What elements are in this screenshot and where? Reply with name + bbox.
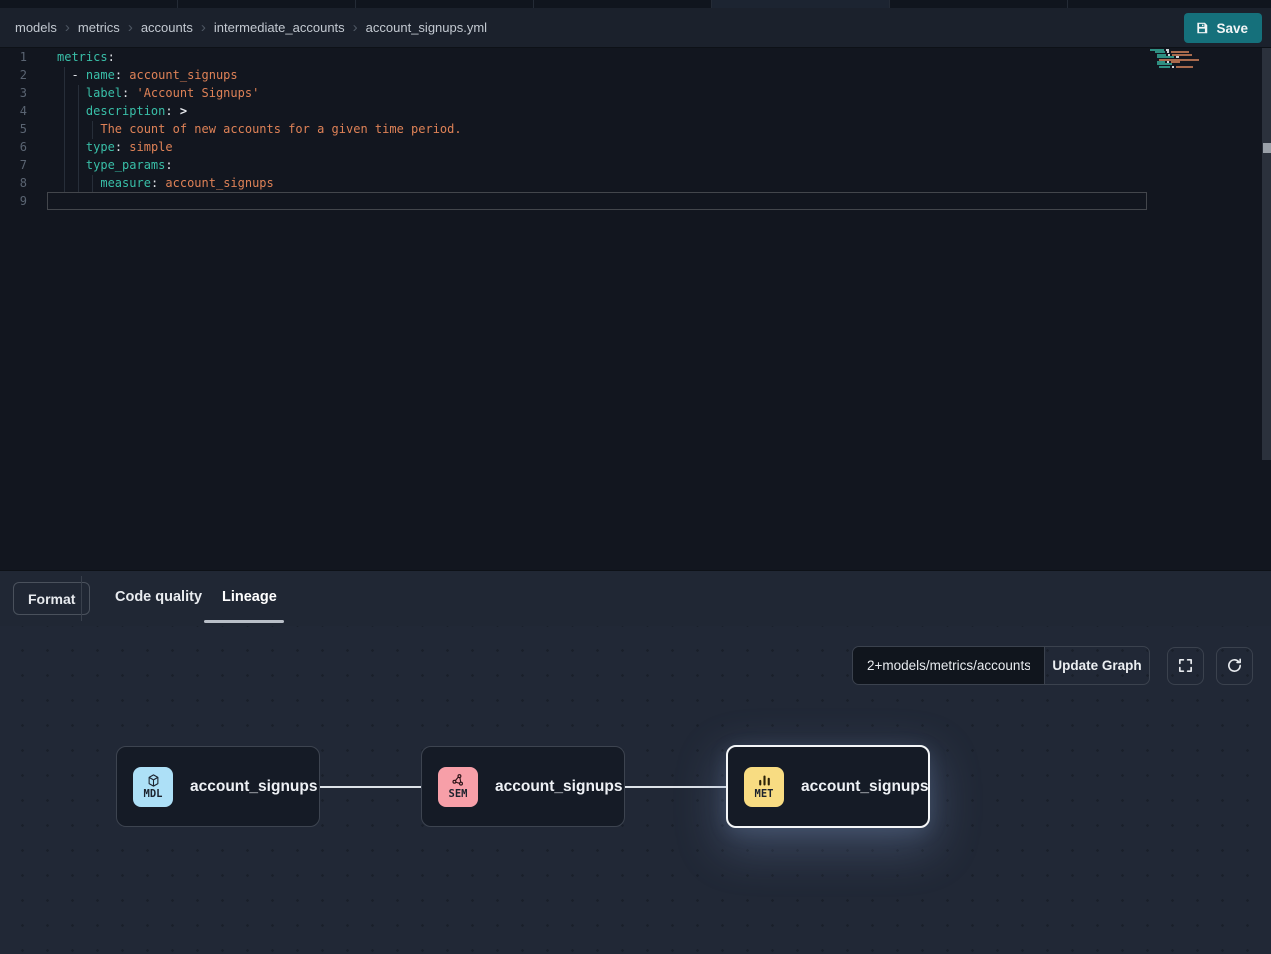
code-line[interactable]: 1metrics: [0,48,1271,66]
save-button[interactable]: Save [1184,13,1262,43]
line-number: 7 [0,156,40,174]
breadcrumb-item[interactable]: models [15,20,57,35]
code-line[interactable]: 8 measure: account_signups [0,174,1271,192]
model-selector-group: Update Graph [852,646,1150,685]
lineage-node-mdl[interactable]: MDL account_signups [116,746,320,827]
top-tab[interactable] [1068,0,1271,8]
metric-chart-icon [757,773,772,789]
breadcrumb-item[interactable]: metrics [78,20,120,35]
node-type-badge: MDL [133,767,173,807]
lineage-canvas[interactable]: Update Graph [0,626,1271,954]
code-editor[interactable]: 1metrics:2 - name: account_signups3 labe… [0,48,1271,570]
line-number: 9 [0,192,40,210]
indent-guide [78,85,79,192]
lineage-controls: Update Graph [852,646,1253,685]
fullscreen-icon [1177,657,1194,674]
code-text: The count of new accounts for a given ti… [40,120,462,138]
line-number: 2 [0,66,40,84]
tab-lineage[interactable]: Lineage [222,589,277,605]
breadcrumb: models › metrics › accounts › intermediate_acc… [15,20,487,35]
code-text: measure: account_signups [40,174,274,192]
editor-tabs-strip [0,0,1271,8]
code-line[interactable]: 7 type_params: [0,156,1271,174]
code-line[interactable]: 4 description: > [0,102,1271,120]
code-text: type_params: [40,156,173,174]
indent-guide [64,67,65,192]
code-line[interactable]: 6 type: simple [0,138,1271,156]
code-text: label: 'Account Signups' [40,84,259,102]
indent-guide [92,175,93,192]
editor-scrollbar-thumb[interactable] [1263,143,1271,153]
code-line[interactable]: 2 - name: account_signups [0,66,1271,84]
refresh-icon [1226,657,1243,674]
line-number: 4 [0,102,40,120]
format-button[interactable]: Format [13,582,90,615]
code-line[interactable]: 3 label: 'Account Signups' [0,84,1271,102]
editor-scrollbar-track[interactable] [1262,48,1271,460]
lineage-node-met[interactable]: MET account_signups [726,745,930,828]
refresh-button[interactable] [1216,647,1253,685]
lineage-edge [625,786,727,788]
code-text: description: > [40,102,187,120]
save-icon [1195,21,1209,35]
active-tab-underline [204,620,284,623]
chevron-right-icon: › [201,20,206,35]
node-type-badge: SEM [438,767,478,807]
current-line-highlight [47,192,1147,210]
breadcrumb-item[interactable]: account_signups.yml [366,20,487,35]
code-text: - name: account_signups [40,66,238,84]
update-graph-button[interactable]: Update Graph [1045,647,1149,684]
line-number: 5 [0,120,40,138]
bottom-panel: Format Code quality Lineage Update Graph [0,570,1271,954]
code-text: type: simple [40,138,173,156]
line-number: 8 [0,174,40,192]
chevron-right-icon: › [353,20,358,35]
node-label: account_signups [801,778,928,796]
line-number: 3 [0,84,40,102]
minimap[interactable] [1150,49,1212,71]
top-tab[interactable] [356,0,534,8]
tab-code-quality[interactable]: Code quality [115,589,202,605]
line-number: 1 [0,48,40,66]
semantic-model-icon [451,773,466,789]
model-cube-icon [146,773,161,789]
code-text: metrics: [40,48,115,66]
top-tab[interactable] [0,0,178,8]
file-header-bar: models › metrics › accounts › intermediate_acc… [0,8,1271,48]
top-tab[interactable] [712,0,890,8]
fullscreen-button[interactable] [1167,647,1204,685]
code-line[interactable]: 5 The count of new accounts for a given … [0,120,1271,138]
save-button-label: Save [1216,21,1248,36]
model-selector-input[interactable] [853,647,1045,684]
chevron-right-icon: › [65,20,70,35]
indent-guide [92,121,93,139]
top-tab[interactable] [534,0,712,8]
lineage-edge [320,786,422,788]
top-tab[interactable] [178,0,356,8]
node-type-badge: MET [744,767,784,807]
line-number: 6 [0,138,40,156]
top-tab[interactable] [890,0,1068,8]
node-label: account_signups [190,778,317,796]
breadcrumb-item[interactable]: intermediate_accounts [214,20,345,35]
chevron-right-icon: › [128,20,133,35]
app-root: models › metrics › accounts › intermediate_acc… [0,0,1271,954]
lineage-node-sem[interactable]: SEM account_signups [421,746,625,827]
breadcrumb-item[interactable]: accounts [141,20,193,35]
panel-divider [81,576,82,621]
node-label: account_signups [495,778,622,796]
